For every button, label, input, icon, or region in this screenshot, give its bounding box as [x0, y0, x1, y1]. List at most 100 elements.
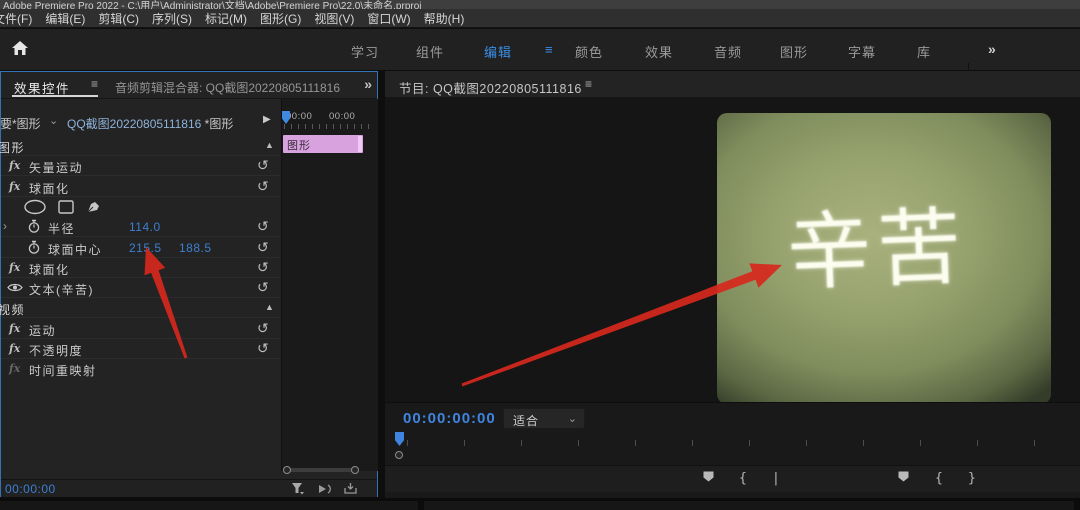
shape-tools-row — [1, 197, 280, 217]
effect-row-time-remapping[interactable]: fx 时间重映射 — [1, 359, 280, 379]
fx-badge-icon: fx — [9, 342, 20, 355]
program-timecode[interactable]: 00:00:00:00 — [403, 410, 496, 427]
program-zoom-handle[interactable] — [395, 451, 403, 459]
fx-badge-icon: fx — [9, 180, 20, 193]
scrollbar-track[interactable] — [289, 468, 353, 472]
write-keyframes-icon[interactable] — [343, 482, 358, 495]
tab-program-monitor[interactable]: 节目: QQ截图20220805111816 — [399, 78, 582, 97]
chevron-down-icon: ⌄ — [568, 412, 577, 425]
reset-icon[interactable]: ↺ — [257, 178, 269, 195]
stopwatch-icon[interactable] — [27, 240, 41, 255]
bottom-panel-right — [424, 501, 1074, 510]
workspace-tab-audio[interactable]: 音频 — [714, 42, 742, 61]
workspace-tab-effects[interactable]: 效果 — [645, 42, 673, 61]
preview-title-text: 辛苦 — [785, 180, 969, 307]
workspace-tab-learning[interactable]: 学习 — [351, 42, 379, 61]
menu-window[interactable]: 窗口(W) — [367, 10, 410, 27]
workspace-tab-color[interactable]: 颜色 — [575, 42, 603, 61]
panel-menu-icon[interactable]: ≡ — [585, 77, 592, 91]
menu-sequence[interactable]: 序列(S) — [152, 10, 192, 27]
filter-keyframe-properties-icon[interactable] — [291, 482, 305, 495]
workspace-tab-libraries[interactable]: 库 — [917, 42, 931, 61]
menu-view[interactable]: 视图(V) — [314, 10, 354, 27]
play-audio-icon[interactable] — [317, 482, 333, 495]
program-playhead[interactable] — [395, 432, 404, 446]
param-row-sphere-center[interactable]: 球面中心 215.5 188.5 ↺ — [1, 238, 280, 258]
pen-tool-icon[interactable] — [85, 199, 103, 215]
reset-icon[interactable]: ↺ — [257, 239, 269, 256]
menubar: 文件(F) 编辑(E) 剪辑(C) 序列(S) 标记(M) 图形(G) 视图(V… — [0, 9, 1080, 28]
radius-value[interactable]: 114.0 — [129, 220, 161, 234]
effect-controls-footer: 00:00:00 — [1, 479, 377, 497]
window-title: Adobe Premiere Pro 2022 - C:\用户\Administ… — [3, 0, 422, 9]
effect-row-motion[interactable]: fx 运动 ↺ — [1, 319, 280, 339]
lift-icon[interactable]: { — [935, 471, 943, 486]
fx-badge-icon: fx — [9, 159, 20, 172]
show-timeline-button[interactable]: ▶ — [263, 114, 271, 125]
eye-icon[interactable] — [7, 282, 23, 293]
menu-help[interactable]: 帮助(H) — [424, 10, 465, 27]
effect-row-text-layer[interactable]: 文本(辛苦) ↺ — [1, 278, 280, 298]
mark-in-icon[interactable]: { — [739, 471, 747, 486]
lane-playhead[interactable] — [282, 111, 290, 124]
menu-clip[interactable]: 剪辑(C) — [98, 10, 139, 27]
section-graphics[interactable]: 图形 ▲ — [1, 136, 280, 156]
sequence-clip-name: QQ截图20220805111816 *图形 — [67, 115, 233, 132]
scrollbar-left-handle[interactable] — [283, 466, 291, 474]
effect-row-spherize[interactable]: fx 球面化 ↺ — [1, 177, 280, 197]
lane-zoom-scrollbar[interactable] — [283, 465, 363, 475]
clip-timecode[interactable]: 00:00:00 — [5, 482, 56, 496]
workspace-tab-graphics[interactable]: 图形 — [780, 42, 808, 61]
effect-controls-panel: 效果控件 ≡ 音频剪辑混合器: QQ截图20220805111816 » 主要*… — [0, 71, 378, 497]
mark-out-icon[interactable]: | — [772, 471, 780, 486]
disclosure-icon[interactable]: › — [3, 219, 7, 233]
scrollbar-right-handle[interactable] — [351, 466, 359, 474]
bottom-panel-edge — [0, 498, 1080, 510]
workspace-menu-icon[interactable]: ≡ — [545, 42, 553, 57]
collapse-icon[interactable]: ▲ — [265, 140, 274, 150]
effect-row-vector-motion[interactable]: fx 矢量运动 ↺ — [1, 156, 280, 176]
effect-controls-header: 效果控件 ≡ 音频剪辑混合器: QQ截图20220805111816 » — [1, 72, 377, 99]
effect-row-spherize-2[interactable]: fx 球面化 ↺ — [1, 258, 280, 278]
fx-badge-icon: fx — [9, 261, 20, 274]
lane-ruler-label: 00:00 — [329, 111, 355, 122]
clip-bar-graphic[interactable]: 图形 — [283, 135, 363, 153]
clip-source-row: 主要*图形 ⌄ QQ截图20220805111816 *图形 ▶ — [1, 110, 280, 134]
reset-icon[interactable]: ↺ — [257, 279, 269, 296]
add-marker-icon[interactable] — [702, 470, 715, 483]
menu-graphics[interactable]: 图形(G) — [260, 10, 301, 27]
extract-icon[interactable]: } — [968, 471, 976, 486]
reset-icon[interactable]: ↺ — [257, 320, 269, 337]
param-row-radius[interactable]: › 半径 114.0 ↺ — [1, 217, 280, 237]
panel-overflow-chevron[interactable]: » — [364, 76, 370, 92]
chevron-down-icon[interactable]: ⌄ — [49, 114, 58, 127]
ellipse-tool-icon[interactable] — [23, 199, 47, 215]
master-clip-name[interactable]: 主要*图形 — [1, 115, 47, 131]
home-icon[interactable] — [10, 38, 30, 58]
menu-edit[interactable]: 编辑(E) — [45, 10, 85, 27]
effect-row-opacity[interactable]: fx 不透明度 ↺ — [1, 339, 280, 359]
workspace-tab-captions[interactable]: 字幕 — [848, 42, 876, 61]
tab-audio-clip-mixer[interactable]: 音频剪辑混合器: QQ截图20220805111816 — [115, 79, 353, 96]
section-video[interactable]: 视频 ▲ — [1, 298, 280, 318]
reset-icon[interactable]: ↺ — [257, 218, 269, 235]
sphere-center-x-value[interactable]: 215.5 — [129, 241, 162, 255]
marker-icon[interactable] — [897, 470, 910, 483]
sphere-center-y-value[interactable]: 188.5 — [179, 241, 212, 255]
program-monitor-header: 节目: QQ截图20220805111816 ≡ — [385, 71, 1080, 98]
panel-menu-icon[interactable]: ≡ — [91, 77, 98, 91]
reset-icon[interactable]: ↺ — [257, 157, 269, 174]
stopwatch-icon[interactable] — [27, 219, 41, 234]
menu-file[interactable]: 文件(F) — [0, 10, 32, 27]
rectangle-tool-icon[interactable] — [57, 199, 75, 215]
collapse-icon[interactable]: ▲ — [265, 302, 274, 312]
clip-bar-handle[interactable] — [358, 136, 362, 152]
workspace-overflow-chevron[interactable]: » — [988, 41, 994, 57]
workspace-tab-assembly[interactable]: 组件 — [416, 42, 444, 61]
menu-markers[interactable]: 标记(M) — [205, 10, 247, 27]
reset-icon[interactable]: ↺ — [257, 340, 269, 357]
zoom-level-select[interactable]: 适合 ⌄ — [503, 408, 585, 429]
program-monitor-panel: 节目: QQ截图20220805111816 ≡ 辛苦 00:00:00:00 … — [385, 71, 1080, 497]
reset-icon[interactable]: ↺ — [257, 259, 269, 276]
workspace-tab-editing[interactable]: 编辑 — [484, 42, 512, 61]
